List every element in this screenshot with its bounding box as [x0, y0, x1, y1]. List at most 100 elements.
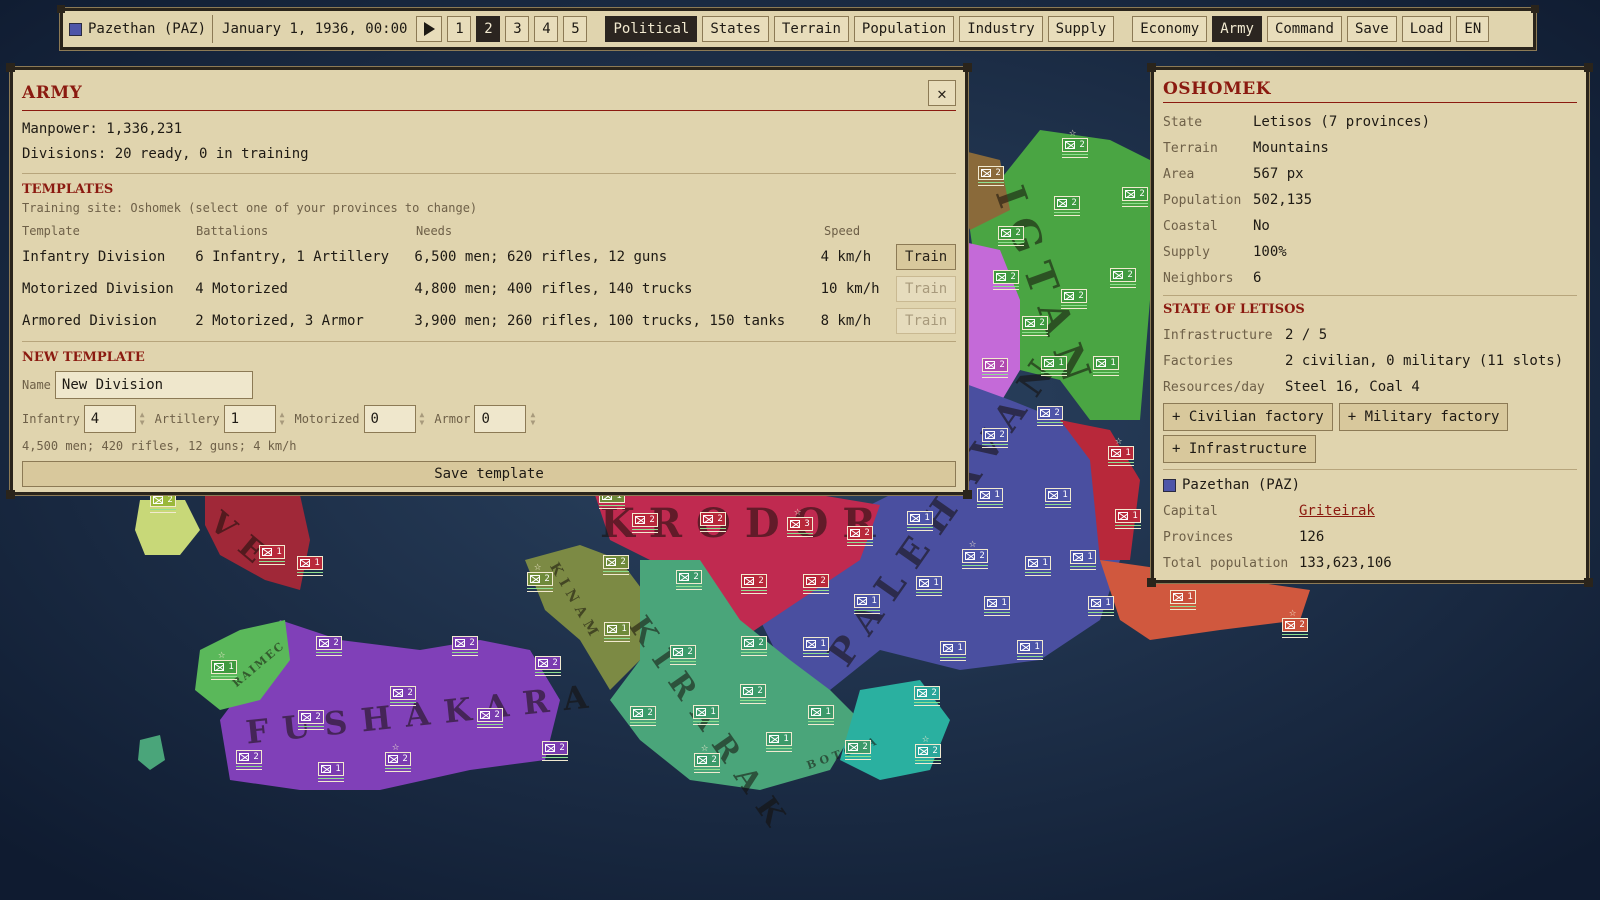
template-needs: 4,800 men; 400 rifles, 140 trucks	[414, 281, 693, 297]
save-game-button[interactable]: Save	[1346, 16, 1397, 42]
division-counter-box: 2	[452, 636, 478, 650]
template-summary: 4,500 men; 420 rifles, 12 guns; 4 km/h	[22, 439, 297, 453]
infantry-icon	[980, 491, 991, 499]
division-status-bar	[670, 661, 696, 665]
info-row: Supply 100%	[1163, 239, 1577, 265]
train-motorized-button[interactable]: Train	[896, 276, 956, 302]
close-button[interactable]: ✕	[928, 80, 956, 106]
division-status-bar	[766, 748, 792, 752]
info-key: Total population	[1163, 555, 1289, 571]
infantry-icon	[1173, 593, 1184, 601]
division-strength: 2	[1054, 408, 1060, 418]
divider	[1163, 469, 1577, 470]
capital-star-icon: ☆	[392, 739, 400, 753]
country-name: Pazethan (PAZ)	[88, 21, 207, 37]
speed-2-button[interactable]: 2	[476, 16, 501, 42]
economy-button[interactable]: Economy	[1132, 16, 1208, 42]
division-status-bar	[297, 572, 323, 576]
save-template-button[interactable]: Save template	[22, 461, 956, 487]
division-status-bar	[298, 726, 324, 730]
corner-ornament	[1147, 63, 1156, 72]
mapmode-industry-button[interactable]: Industry	[959, 16, 1043, 42]
infantry-stepper[interactable]: ▲ ▼	[140, 411, 145, 427]
info-key: Provinces	[1163, 529, 1234, 545]
template-needs: 6,500 men; 620 rifles, 12 guns	[414, 249, 668, 265]
division-counter-box: 1	[693, 705, 719, 719]
division-strength: 1	[1001, 598, 1007, 608]
division-status-bar	[694, 769, 720, 773]
division-status-bar	[1088, 612, 1114, 616]
add-civilian-factory-button[interactable]: + Civilian factory	[1163, 403, 1333, 431]
country-selector[interactable]: Pazethan (PAZ)	[69, 15, 214, 43]
infantry-icon	[806, 577, 817, 585]
info-row: Provinces 126	[1163, 524, 1577, 550]
template-speed: 10 km/h	[820, 281, 880, 297]
infantry-icon	[696, 708, 707, 716]
motorized-input[interactable]	[363, 405, 416, 433]
division-counter-box: 2	[1282, 618, 1308, 632]
add-military-factory-button[interactable]: + Military factory	[1338, 403, 1509, 431]
train-armored-button[interactable]: Train	[896, 308, 956, 334]
play-button[interactable]	[416, 16, 443, 42]
motorized-stepper[interactable]: ▲ ▼	[420, 411, 425, 427]
division-strength: 2	[757, 686, 763, 696]
division-status-bar	[693, 721, 719, 725]
infantry-icon	[300, 559, 311, 567]
division-status-bar	[1025, 572, 1051, 576]
division-status-bar	[385, 768, 411, 772]
artillery-input[interactable]	[223, 405, 276, 433]
division-strength: 2	[402, 754, 408, 764]
mapmode-terrain-button[interactable]: Terrain	[773, 16, 849, 42]
mapmode-supply-button[interactable]: Supply	[1047, 16, 1115, 42]
template-row-armored: Armored Division 2 Motorized, 3 Armor 3,…	[22, 305, 956, 337]
speed-4-button[interactable]: 4	[534, 16, 559, 42]
corner-ornament	[1531, 5, 1539, 13]
mapmode-states-button[interactable]: States	[702, 16, 769, 42]
division-counter-box: 1	[854, 594, 880, 608]
new-template-title: NEW TEMPLATE	[22, 350, 145, 365]
info-key: State	[1163, 114, 1203, 130]
artillery-stepper[interactable]: ▲ ▼	[280, 411, 285, 427]
division-strength: 1	[994, 490, 1000, 500]
command-button[interactable]: Command	[1266, 16, 1342, 42]
add-infrastructure-button[interactable]: + Infrastructure	[1163, 435, 1316, 463]
speed-1-button[interactable]: 1	[447, 16, 472, 42]
motorized-label: Motorized	[294, 412, 360, 426]
division-status-bar	[741, 590, 767, 594]
speed-5-button[interactable]: 5	[563, 16, 588, 42]
division-status-bar	[940, 657, 966, 661]
capital-link[interactable]: Griteirak	[1299, 503, 1375, 519]
templates-header: Template Battalions Needs Speed	[22, 221, 956, 241]
division-counter-box: 2	[803, 574, 829, 588]
division-strength: 2	[1078, 291, 1084, 301]
division-status-bar	[1054, 212, 1080, 216]
train-infantry-button[interactable]: Train	[896, 244, 956, 270]
info-key: Neighbors	[1163, 270, 1234, 286]
division-status-bar	[527, 588, 553, 592]
division-status-bar	[982, 374, 1008, 378]
template-name-input[interactable]	[54, 371, 253, 399]
division-counter-box: 1	[916, 576, 942, 590]
info-key: Population	[1163, 192, 1242, 208]
mapmode-population-button[interactable]: Population	[853, 16, 955, 42]
infantry-label: Infantry	[22, 412, 80, 426]
armor-input[interactable]	[474, 405, 527, 433]
division-counter-box: 2	[740, 684, 766, 698]
division-counter-box: 1	[808, 705, 834, 719]
division-status-bar	[604, 638, 630, 642]
country-flag-icon	[69, 22, 82, 36]
speed-3-button[interactable]: 3	[505, 16, 530, 42]
template-name: Motorized Division	[22, 281, 174, 297]
division-strength: 1	[1125, 448, 1131, 458]
mapmode-political-button[interactable]: Political	[605, 16, 698, 42]
language-button[interactable]: EN	[1456, 16, 1490, 42]
division-strength: 2	[469, 638, 475, 648]
manpower: Manpower: 1,336,231	[22, 121, 183, 137]
division-strength: 2	[647, 708, 653, 718]
division-status-bar	[1110, 284, 1136, 288]
load-game-button[interactable]: Load	[1401, 16, 1452, 42]
infantry-input[interactable]	[83, 405, 136, 433]
army-button[interactable]: Army	[1212, 16, 1262, 42]
infantry-icon	[1001, 229, 1012, 237]
armor-stepper[interactable]: ▲ ▼	[530, 411, 535, 427]
